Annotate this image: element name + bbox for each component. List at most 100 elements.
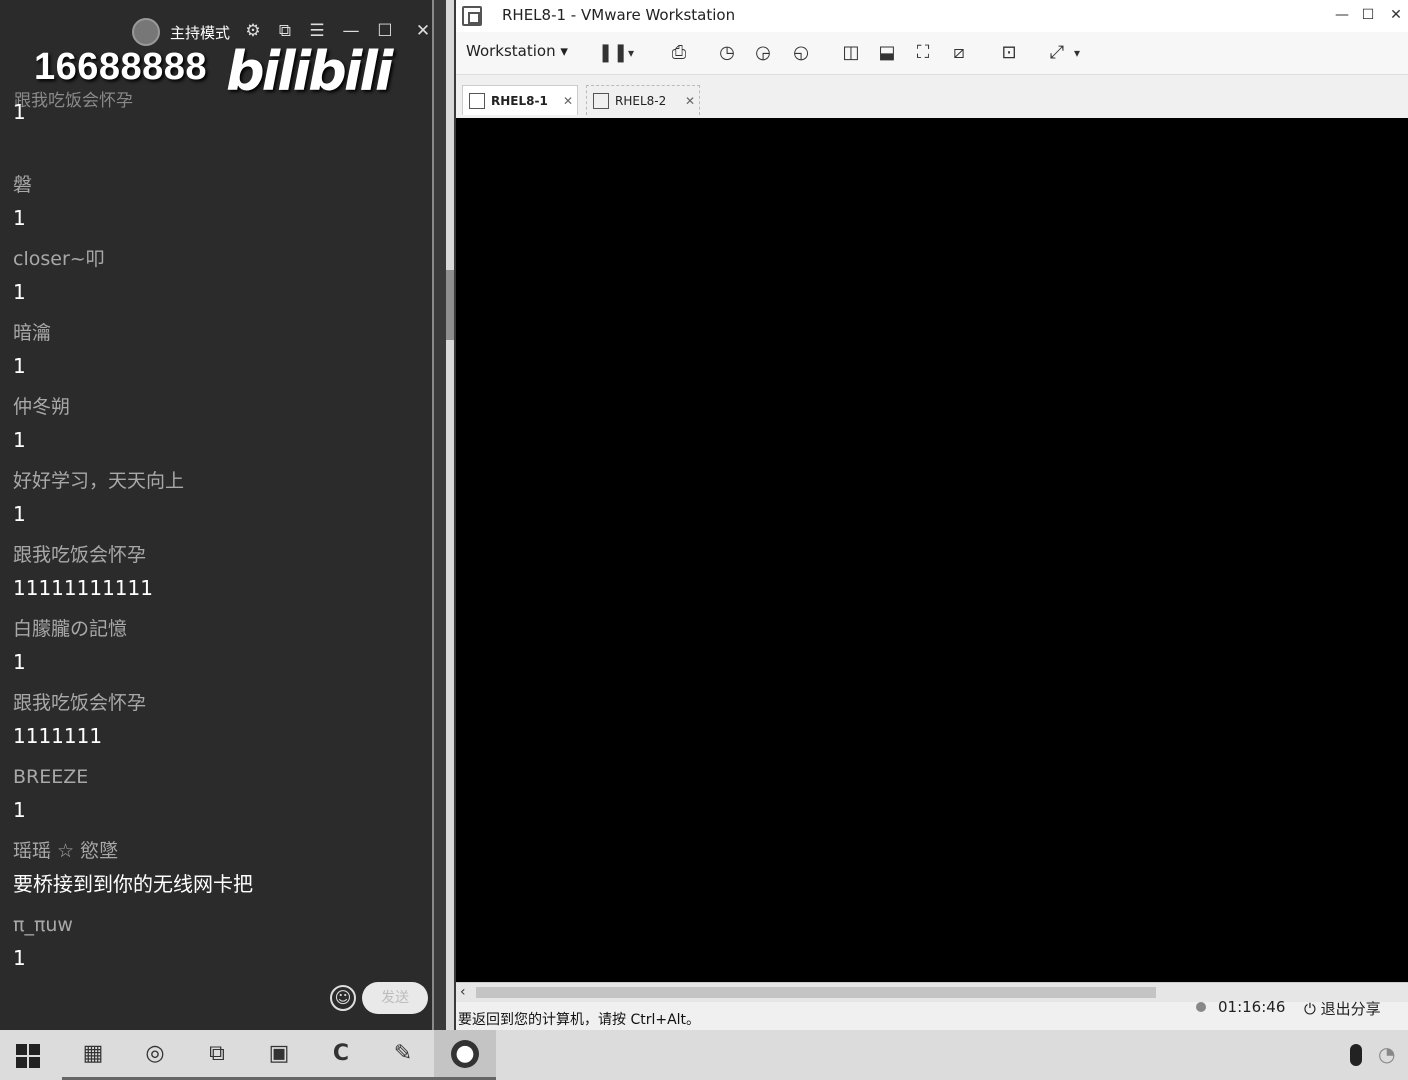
chat-message: 1 bbox=[0, 96, 432, 170]
tab-rhel8-2[interactable]: RHEL8-2 ✕ bbox=[586, 85, 700, 115]
chat-username: 磐 bbox=[13, 174, 33, 196]
workstation-menu[interactable]: Workstation ▾ bbox=[466, 42, 568, 60]
chat-message: 仲冬朔 1 bbox=[0, 392, 432, 466]
chat-message: 白朦朧の記憶 1 bbox=[0, 614, 432, 688]
external-link-icon[interactable]: ⧉ bbox=[274, 20, 296, 42]
chat-content: 1 bbox=[13, 100, 26, 124]
chat-username: 暗瀹 bbox=[13, 322, 52, 344]
exit-share-button[interactable]: ⏻ 退出分享 bbox=[1304, 998, 1381, 1019]
chat-username: 瑶瑶 ☆ 慾墜 bbox=[13, 840, 119, 862]
taskbar: ▦ ◎ ⧉ ▣ C ✎ ● ◔ bbox=[0, 1030, 1408, 1080]
chat-content: 1 bbox=[13, 946, 26, 970]
chat-content: 1 bbox=[13, 428, 26, 452]
close-icon[interactable]: ✕ bbox=[1382, 4, 1408, 26]
browser-icon[interactable]: ◎ bbox=[124, 1030, 186, 1080]
scrollbar-thumb[interactable] bbox=[446, 270, 454, 340]
avatar[interactable] bbox=[132, 18, 160, 46]
chat-message: 跟我吃饭会怀孕 1111111 bbox=[0, 688, 432, 762]
file-manager-icon[interactable]: ▦ bbox=[62, 1030, 124, 1080]
chat-username: 仲冬朔 bbox=[13, 396, 71, 418]
toolbar: Workstation ▾ ❚❚ ▾ ⎙ ◷ ◶ ◵ ◫ ⬓ ⛶ ⧄ ⊡ ⤢ ▾ bbox=[456, 32, 1408, 74]
share-timer: 01:16:46 bbox=[1218, 998, 1286, 1016]
chat-message: 暗瀹 1 bbox=[0, 318, 432, 392]
chat-content: 1111111 bbox=[13, 724, 103, 748]
vm-tab-bar: RHEL8-1 ✕ RHEL8-2 ✕ bbox=[456, 74, 1408, 118]
panel-divider bbox=[432, 0, 456, 1030]
chat-username: 好好学习，天天向上 bbox=[13, 470, 185, 492]
chat-username: closer~叩 bbox=[13, 248, 105, 270]
send-ctrl-alt-del-icon[interactable]: ⎙ bbox=[666, 40, 692, 66]
vm-console-screen[interactable] bbox=[456, 118, 1408, 982]
chat-message: BREEZE 1 bbox=[0, 762, 432, 836]
emoji-icon[interactable]: ☺ bbox=[330, 985, 356, 1011]
chat-username: 跟我吃饭会怀孕 bbox=[13, 544, 147, 566]
tab-label: RHEL8-1 bbox=[491, 94, 548, 108]
windows-start-icon[interactable] bbox=[16, 1044, 40, 1068]
maximize-icon[interactable]: ☐ bbox=[1354, 4, 1382, 26]
scroll-left-icon[interactable]: ‹ bbox=[460, 983, 466, 1001]
chat-content: 要桥接到到你的无线网卡把 bbox=[13, 872, 253, 896]
snapshot-icon[interactable]: ◷ bbox=[714, 40, 740, 66]
pause-icon[interactable]: ❚❚ bbox=[598, 40, 628, 66]
chat-content: 1 bbox=[13, 798, 26, 822]
chevron-down-icon[interactable]: ▾ bbox=[1070, 40, 1084, 66]
send-button[interactable]: 发送 bbox=[362, 982, 428, 1014]
close-tab-icon[interactable]: ✕ bbox=[563, 86, 573, 116]
close-tab-icon[interactable]: ✕ bbox=[685, 86, 695, 116]
vmware-window: RHEL8-1 - VMware Workstation — ☐ ✕ Works… bbox=[456, 0, 1408, 1030]
maximize-icon[interactable]: ☐ bbox=[374, 20, 396, 42]
tool-icon[interactable]: ✎ bbox=[372, 1030, 434, 1080]
chat-message: 跟我吃饭会怀孕 11111111111 bbox=[0, 540, 432, 614]
obs-icon[interactable]: ● bbox=[434, 1030, 496, 1080]
status-message: 要返回到您的计算机，请按 Ctrl+Alt。 bbox=[458, 1012, 701, 1028]
chat-content: 1 bbox=[13, 650, 26, 674]
snapshot-manager-icon[interactable]: ◵ bbox=[788, 40, 814, 66]
minimize-icon[interactable]: — bbox=[340, 20, 362, 42]
chat-message-list[interactable]: 1 磐 1 closer~叩 1 暗瀹 1 仲冬朔 1 好好学习，天天向上 1 … bbox=[0, 100, 432, 984]
chat-message: 好好学习，天天向上 1 bbox=[0, 466, 432, 540]
microphone-icon[interactable] bbox=[1350, 1044, 1362, 1066]
chevron-down-icon: ▾ bbox=[560, 42, 568, 60]
vmware-app-icon bbox=[462, 6, 482, 26]
vm-icon bbox=[469, 93, 485, 109]
thumbnail-view-icon[interactable]: ⬓ bbox=[874, 40, 900, 66]
minimize-icon[interactable]: — bbox=[1328, 4, 1356, 26]
recording-dot-icon bbox=[1196, 1002, 1206, 1012]
chat-username: 跟我吃饭会怀孕 bbox=[13, 692, 147, 714]
exit-share-label: 退出分享 bbox=[1320, 1000, 1381, 1018]
host-mode-label[interactable]: 主持模式 bbox=[170, 22, 230, 43]
media-icon[interactable]: ▣ bbox=[248, 1030, 310, 1080]
bilibili-logo: bilibili bbox=[226, 40, 393, 103]
chevron-down-icon[interactable]: ▾ bbox=[624, 40, 638, 66]
stretch-view-icon[interactable]: ⤢ bbox=[1044, 40, 1070, 66]
sidebar-view-icon[interactable]: ◫ bbox=[838, 40, 864, 66]
chat-content: 1 bbox=[13, 206, 26, 230]
vertical-scrollbar[interactable] bbox=[446, 0, 454, 1030]
vmware-icon[interactable]: ⧉ bbox=[186, 1030, 248, 1080]
scrollbar-thumb[interactable] bbox=[476, 987, 1156, 998]
chat-username: π_πuw bbox=[13, 914, 73, 936]
workstation-menu-label: Workstation bbox=[466, 42, 556, 60]
close-icon[interactable]: ✕ bbox=[412, 20, 434, 42]
tab-rhel8-1[interactable]: RHEL8-1 ✕ bbox=[462, 85, 578, 115]
settings-icon[interactable]: ⚙ bbox=[242, 20, 264, 42]
chat-content: 1 bbox=[13, 354, 26, 378]
console-icon[interactable]: ⊡ bbox=[996, 40, 1022, 66]
power-icon: ⏻ bbox=[1304, 1000, 1316, 1018]
chat-message: closer~叩 1 bbox=[0, 244, 432, 318]
app-c-icon[interactable]: C bbox=[310, 1030, 372, 1080]
live-chat-panel: 主持模式 ⚙ ⧉ ☰ — ☐ ✕ 16688888 bilibili 跟我吃饭会… bbox=[0, 0, 432, 1030]
chat-message: 磐 1 bbox=[0, 170, 432, 244]
chat-content: 11111111111 bbox=[13, 576, 153, 600]
menu-icon[interactable]: ☰ bbox=[306, 20, 328, 42]
fullscreen-icon[interactable]: ⛶ bbox=[910, 40, 936, 66]
revert-snapshot-icon[interactable]: ◶ bbox=[750, 40, 776, 66]
unity-icon[interactable]: ⧄ bbox=[946, 40, 972, 66]
divider-line bbox=[432, 0, 434, 1030]
live-room-number: 16688888 bbox=[34, 46, 208, 88]
chat-message: 瑶瑶 ☆ 慾墜 要桥接到到你的无线网卡把 bbox=[0, 836, 432, 910]
chat-header: 主持模式 ⚙ ⧉ ☰ — ☐ ✕ 16688888 bilibili 跟我吃饭会… bbox=[0, 0, 434, 111]
chat-content: 1 bbox=[13, 280, 26, 304]
title-bar[interactable]: RHEL8-1 - VMware Workstation — ☐ ✕ bbox=[456, 0, 1408, 32]
network-icon[interactable]: ◔ bbox=[1378, 1042, 1395, 1066]
